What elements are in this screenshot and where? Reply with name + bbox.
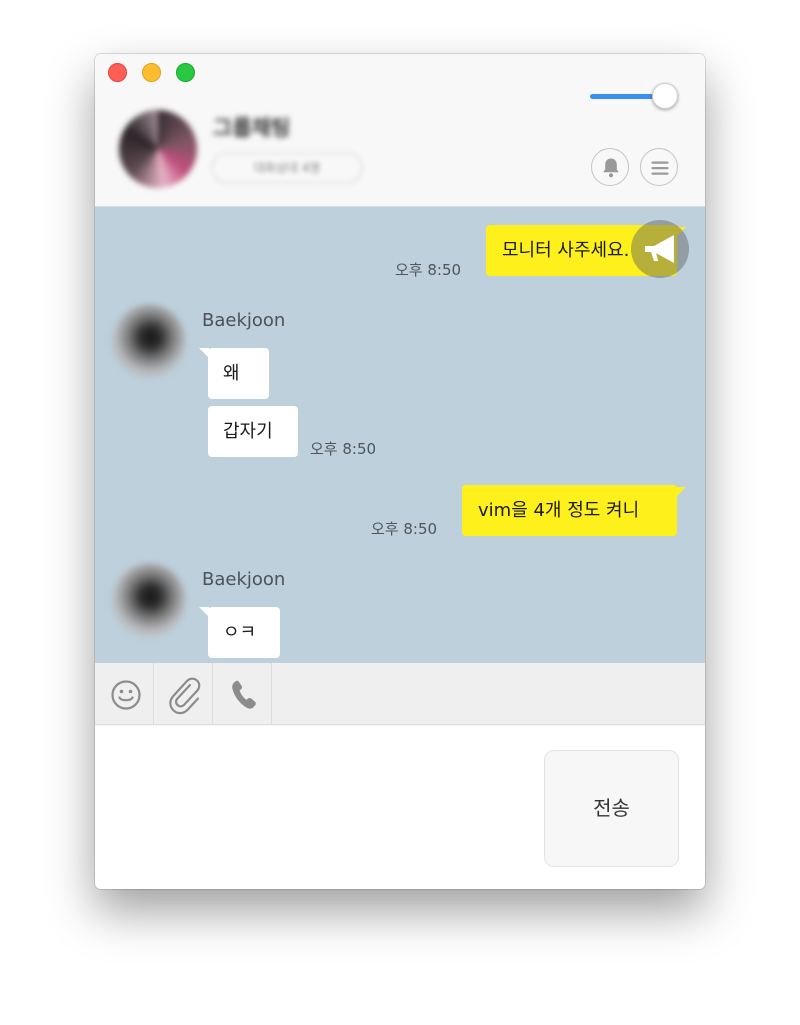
sender-avatar[interactable] xyxy=(112,563,186,637)
their-message-bubble[interactable]: ㅇㅋ xyxy=(208,607,280,658)
attach-file-button[interactable] xyxy=(154,663,213,724)
attachment-icon xyxy=(169,677,201,715)
notification-button[interactable] xyxy=(591,148,629,186)
chat-toolbar xyxy=(95,663,705,725)
message-time: 오후 8:50 xyxy=(371,520,438,538)
group-avatar[interactable] xyxy=(119,110,197,188)
message-input[interactable] xyxy=(107,746,531,870)
menu-button[interactable] xyxy=(640,148,678,186)
bell-icon xyxy=(603,158,619,178)
sender-avatar[interactable] xyxy=(112,304,186,378)
window-minimize-button[interactable] xyxy=(142,63,161,82)
phone-icon xyxy=(232,680,256,709)
megaphone-icon xyxy=(645,235,674,263)
member-count-button[interactable]: 대화상대 4명 xyxy=(211,152,363,184)
hamburger-menu-icon xyxy=(651,161,669,175)
message-time: 오후 8:50 xyxy=(395,261,462,279)
emoji-icon xyxy=(111,680,141,710)
their-message-bubble[interactable]: 왜 xyxy=(208,348,269,399)
sender-name: Baekjoon xyxy=(202,310,286,331)
opacity-slider-thumb[interactable] xyxy=(652,83,678,109)
send-button[interactable]: 전송 xyxy=(544,750,679,867)
message-time: 오후 8:50 xyxy=(310,440,377,458)
window-maximize-button[interactable] xyxy=(176,63,195,82)
message-input-area: 전송 xyxy=(95,726,705,889)
window-close-button[interactable] xyxy=(108,63,127,82)
group-name: 그룹채팅 xyxy=(213,116,291,140)
bubble-tail xyxy=(676,487,686,497)
call-button[interactable] xyxy=(213,663,272,724)
chat-window: 그룹채팅 대화상대 4명 오후 8:50 모니터 사주세요. Baekjoon … xyxy=(95,54,705,889)
sender-name: Baekjoon xyxy=(202,569,286,590)
emoji-button[interactable] xyxy=(95,663,154,724)
chat-messages-area[interactable]: 오후 8:50 모니터 사주세요. Baekjoon 왜 갑자기 오후 8:50… xyxy=(95,207,705,663)
announcement-button[interactable] xyxy=(631,220,689,278)
my-message-bubble[interactable]: vim을 4개 정도 켜니 xyxy=(462,485,677,536)
their-message-bubble[interactable]: 갑자기 xyxy=(208,406,298,457)
chat-header: 그룹채팅 대화상대 4명 xyxy=(95,54,705,207)
